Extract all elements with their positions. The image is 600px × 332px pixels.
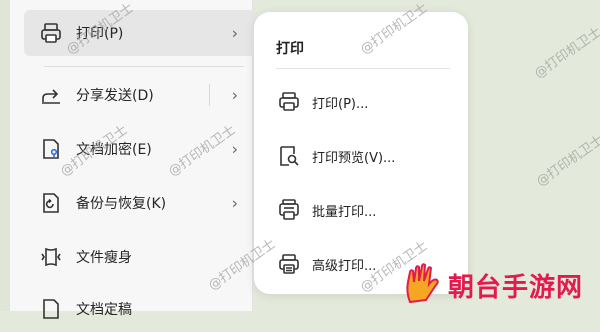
print-preview-icon bbox=[276, 143, 302, 169]
menu-item-label: 文档加密(E) bbox=[76, 142, 152, 158]
brand-name: 朝台手游网 bbox=[448, 272, 584, 303]
menu-item-label: 打印(P) bbox=[76, 26, 124, 42]
background-strip bbox=[0, 0, 10, 311]
batch-print-icon bbox=[276, 197, 302, 223]
file-slim-icon bbox=[38, 244, 64, 270]
backup-restore-icon bbox=[38, 190, 64, 216]
submenu-divider bbox=[276, 68, 450, 69]
document-lock-icon bbox=[38, 136, 64, 162]
chevron-right-icon[interactable]: › bbox=[232, 86, 238, 105]
menu-item-encrypt[interactable]: 文档加密(E) › bbox=[24, 126, 256, 172]
submenu-title: 打印 bbox=[276, 41, 304, 57]
printer-icon bbox=[38, 20, 64, 46]
submenu-item-print-preview[interactable]: 打印预览(V)... bbox=[266, 136, 456, 176]
chevron-right-icon: › bbox=[231, 139, 238, 159]
chevron-right-icon: › bbox=[231, 23, 238, 43]
document-finalize-icon bbox=[38, 296, 64, 322]
menu-divider bbox=[44, 66, 244, 67]
menu-item-label: 文件瘦身 bbox=[76, 250, 132, 266]
print-submenu: 打印 打印(P)... 打印预览(V)... 批量打印... 高级打印... bbox=[254, 12, 468, 294]
file-menu: 打印(P) › 分享发送(D) › 文档加密(E) › 备份与恢复(K) › 文… bbox=[10, 0, 256, 319]
submenu-item-label: 批量打印... bbox=[312, 204, 377, 220]
submenu-separator bbox=[209, 84, 210, 106]
hand-logo-icon bbox=[402, 262, 444, 308]
submenu-item-label: 打印(P)... bbox=[312, 96, 369, 112]
advanced-print-icon bbox=[276, 251, 302, 277]
submenu-item-batch-print[interactable]: 批量打印... bbox=[266, 190, 456, 230]
menu-item-finalize[interactable]: 文档定稿 bbox=[24, 286, 256, 332]
submenu-item-print[interactable]: 打印(P)... bbox=[266, 82, 456, 122]
menu-item-file-slim[interactable]: 文件瘦身 bbox=[24, 234, 256, 280]
share-icon bbox=[38, 82, 64, 108]
menu-item-print[interactable]: 打印(P) › bbox=[24, 10, 256, 56]
menu-item-label: 备份与恢复(K) bbox=[76, 196, 167, 212]
chevron-right-icon: › bbox=[231, 193, 238, 213]
printer-icon bbox=[276, 89, 302, 115]
menu-item-backup[interactable]: 备份与恢复(K) › bbox=[24, 180, 256, 226]
submenu-item-label: 高级打印... bbox=[312, 258, 377, 274]
watermark-text: @打印机卫士 bbox=[533, 132, 600, 190]
watermark-text: @打印机卫士 bbox=[531, 24, 600, 82]
menu-item-label: 文档定稿 bbox=[76, 302, 132, 318]
submenu-item-label: 打印预览(V)... bbox=[312, 150, 396, 166]
brand-logo: 朝台手游网 bbox=[402, 262, 583, 308]
menu-item-share[interactable]: 分享发送(D) › bbox=[24, 72, 256, 118]
menu-item-label: 分享发送(D) bbox=[76, 88, 154, 104]
